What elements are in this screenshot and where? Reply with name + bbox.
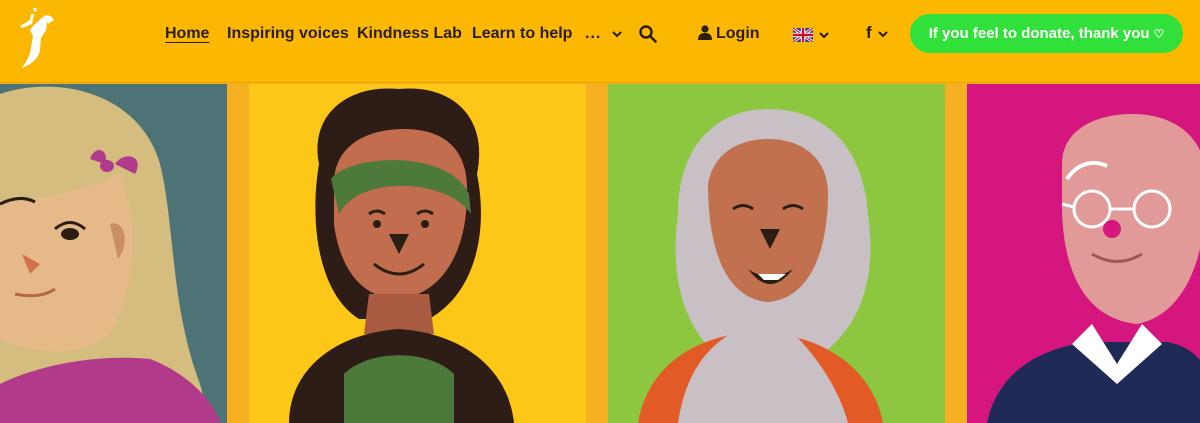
old-man-with-glasses-illustration-icon — [987, 114, 1200, 423]
search-icon[interactable] — [639, 25, 657, 43]
nav-home[interactable]: Home — [165, 24, 209, 44]
user-icon — [698, 25, 712, 40]
language-selector[interactable] — [792, 26, 830, 44]
hero-panel-3 — [608, 84, 945, 423]
site-header: Home Inspiring voices Kindness Lab Learn… — [0, 0, 1200, 83]
facebook-icon: f — [866, 23, 872, 42]
login-link[interactable]: Login — [698, 24, 760, 44]
woman-with-headband-illustration-icon — [289, 88, 514, 423]
hero-illustration-strip — [0, 84, 1200, 423]
hero-panel-1 — [0, 84, 227, 423]
woman-in-hijab-illustration-icon — [638, 109, 883, 423]
hero-panel-4 — [967, 84, 1200, 423]
heart-icon: ♡ — [1153, 26, 1165, 41]
nav-kindness-lab[interactable]: Kindness Lab — [357, 24, 462, 44]
nav-inspiring-voices[interactable]: Inspiring voices — [227, 24, 349, 44]
donate-button[interactable]: If you feel to donate, thank you ♡ — [910, 14, 1183, 53]
donate-label: If you feel to donate, thank you — [928, 25, 1150, 42]
login-label: Login — [716, 25, 760, 42]
dancing-figure-logo-icon[interactable] — [14, 6, 58, 70]
hero-panel-2 — [249, 84, 586, 423]
girl-with-bow-illustration-icon — [0, 86, 220, 423]
chevron-down-icon — [819, 32, 830, 39]
chevron-down-icon — [878, 30, 889, 37]
chevron-down-icon — [612, 31, 622, 38]
uk-flag-icon — [792, 26, 814, 43]
facebook-menu[interactable]: f — [866, 23, 889, 43]
more-label: ... — [585, 25, 602, 42]
nav-learn-to-help[interactable]: Learn to help — [472, 24, 572, 44]
nav-more-menu[interactable]: ... — [585, 24, 622, 44]
